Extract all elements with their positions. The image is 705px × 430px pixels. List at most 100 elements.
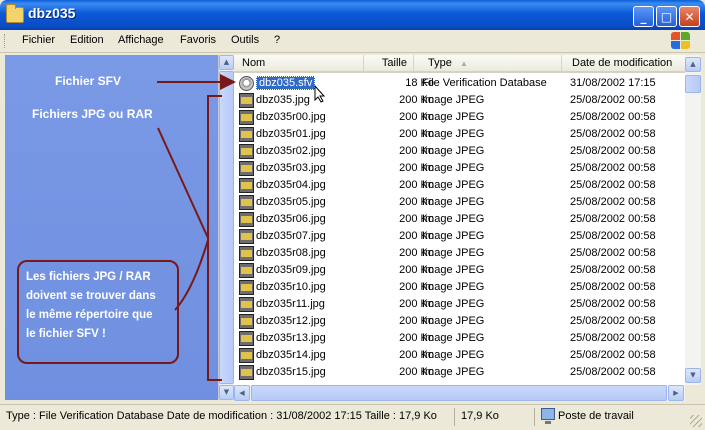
file-row[interactable]: dbz035r11.jpg 200 Ko Image JPEG 25/08/2002 … bbox=[234, 296, 685, 313]
scroll-thumb[interactable] bbox=[685, 75, 701, 93]
jpg-rar-annotation-label: Fichiers JPG ou RAR bbox=[32, 107, 153, 121]
status-separator bbox=[534, 408, 535, 426]
jpeg-file-icon bbox=[239, 314, 254, 329]
left-pane-scrollbar[interactable]: ▲ ▼ bbox=[218, 55, 234, 400]
file-row[interactable]: dbz035r09.jpg 200 Ko Image JPEG 25/08/2002 … bbox=[234, 262, 685, 279]
file-row[interactable]: dbz035r13.jpg 200 Ko Image JPEG 25/08/2002 … bbox=[234, 330, 685, 347]
file-date: 25/08/2002 00:58 bbox=[570, 281, 656, 293]
file-date: 25/08/2002 00:58 bbox=[570, 298, 656, 310]
file-row[interactable]: dbz035r03.jpg 200 Ko Image JPEG 25/08/2002 … bbox=[234, 160, 685, 177]
file-type: File Verification Database bbox=[422, 77, 547, 89]
jpeg-file-icon bbox=[239, 348, 254, 363]
maximize-button[interactable]: □ bbox=[656, 6, 677, 27]
window-title: dbz035 bbox=[28, 5, 76, 21]
menu-favoris[interactable]: Favoris bbox=[180, 34, 216, 46]
file-row[interactable]: dbz035r01.jpg 200 Ko Image JPEG 25/08/2002 … bbox=[234, 126, 685, 143]
resize-grip-icon[interactable] bbox=[690, 415, 702, 427]
jpeg-file-icon bbox=[239, 178, 254, 193]
file-row[interactable]: dbz035r02.jpg 200 Ko Image JPEG 25/08/2002 … bbox=[234, 143, 685, 160]
scroll-down-arrow-icon[interactable]: ▼ bbox=[219, 385, 234, 400]
menu-affichage[interactable]: Affichage bbox=[118, 34, 164, 46]
file-row[interactable]: dbz035r07.jpg 200 Ko Image JPEG 25/08/2002 … bbox=[234, 228, 685, 245]
file-name-text: dbz035r05.jpg bbox=[256, 196, 326, 208]
scroll-up-arrow-icon[interactable]: ▲ bbox=[219, 55, 234, 70]
status-description: Type : File Verification Database Date d… bbox=[6, 410, 437, 422]
file-row[interactable]: dbz035r00.jpg 200 Ko Image JPEG 25/08/2002 … bbox=[234, 109, 685, 126]
file-date: 31/08/2002 17:15 bbox=[570, 77, 656, 89]
file-name-text: dbz035r06.jpg bbox=[256, 213, 326, 225]
file-date: 25/08/2002 00:58 bbox=[570, 315, 656, 327]
folder-icon bbox=[6, 4, 24, 23]
file-type: Image JPEG bbox=[422, 128, 485, 140]
file-row[interactable]: dbz035.sfv 18 Ko File Verification Databas… bbox=[234, 75, 685, 103]
file-date: 25/08/2002 00:58 bbox=[570, 179, 656, 191]
menu-fichier[interactable]: Fichier bbox=[22, 34, 55, 46]
note-line: Les fichiers JPG / RAR bbox=[26, 271, 151, 283]
scroll-thumb[interactable] bbox=[251, 385, 667, 401]
file-row[interactable]: dbz035r12.jpg 200 Ko Image JPEG 25/08/2002 … bbox=[234, 313, 685, 330]
file-date: 25/08/2002 00:58 bbox=[570, 145, 656, 157]
jpeg-file-icon bbox=[239, 331, 254, 346]
file-name-text: dbz035r11.jpg bbox=[256, 298, 325, 310]
scroll-right-arrow-icon[interactable]: ▶ bbox=[668, 385, 684, 401]
file-row[interactable]: dbz035r10.jpg 200 Ko Image JPEG 25/08/2002 … bbox=[234, 279, 685, 296]
file-type: Image JPEG bbox=[422, 247, 485, 259]
file-list-scrollbar[interactable]: ▲ ▼ bbox=[685, 55, 701, 385]
file-row[interactable]: dbz035.jpg 200 Ko Image JPEG 25/08/2002 00:… bbox=[234, 92, 685, 109]
file-row[interactable]: dbz035r08.jpg 200 Ko Image JPEG 25/08/2002 … bbox=[234, 245, 685, 262]
file-date: 25/08/2002 00:58 bbox=[570, 247, 656, 259]
scroll-up-arrow-icon[interactable]: ▲ bbox=[685, 57, 701, 72]
toolbar-grip[interactable] bbox=[4, 34, 8, 48]
file-list: Nom Taille Type ▲ Date de modification d… bbox=[234, 55, 685, 385]
menu-outils[interactable]: Outils bbox=[231, 34, 259, 46]
file-name-text: dbz035.jpg bbox=[256, 94, 310, 106]
jpeg-file-icon bbox=[239, 144, 254, 159]
file-type: Image JPEG bbox=[422, 332, 485, 344]
file-date: 25/08/2002 00:58 bbox=[570, 230, 656, 242]
sfv-annotation-label: Fichier SFV bbox=[55, 74, 122, 88]
file-date: 25/08/2002 00:58 bbox=[570, 264, 656, 276]
file-row[interactable]: dbz035r05.jpg 200 Ko Image JPEG 25/08/2002 … bbox=[234, 194, 685, 211]
column-header-size[interactable]: Taille bbox=[364, 55, 414, 73]
status-size: 17,9 Ko bbox=[461, 410, 499, 422]
jpeg-file-icon bbox=[239, 212, 254, 227]
menu-bar: Fichier Edition Affichage Favoris Outils… bbox=[0, 30, 705, 53]
file-row[interactable]: dbz035r14.jpg 200 Ko Image JPEG 25/08/2002 … bbox=[234, 347, 685, 364]
file-type: Image JPEG bbox=[422, 213, 485, 225]
file-name-text: dbz035.sfv bbox=[256, 76, 316, 90]
scroll-thumb[interactable] bbox=[219, 71, 234, 384]
file-type: Image JPEG bbox=[422, 94, 485, 106]
menu-help[interactable]: ? bbox=[274, 34, 280, 46]
note-text: Les fichiers JPG / RAR doivent se trouve… bbox=[26, 268, 176, 344]
menu-edition[interactable]: Edition bbox=[70, 34, 104, 46]
column-header-type[interactable]: Type ▲ bbox=[414, 55, 562, 73]
title-bar[interactable]: dbz035 _ □ ✕ bbox=[0, 0, 705, 30]
file-date: 25/08/2002 00:58 bbox=[570, 128, 656, 140]
file-row[interactable]: dbz035r06.jpg 200 Ko Image JPEG 25/08/2002 … bbox=[234, 211, 685, 228]
file-row[interactable]: dbz035r15.jpg 200 Ko Image JPEG 25/08/2002 … bbox=[234, 364, 685, 381]
column-header-date[interactable]: Date de modification bbox=[562, 55, 685, 73]
file-type: Image JPEG bbox=[422, 366, 485, 378]
close-button[interactable]: ✕ bbox=[679, 6, 700, 27]
horizontal-scrollbar[interactable]: ◀ ▶ bbox=[234, 385, 685, 401]
file-date: 25/08/2002 00:58 bbox=[570, 94, 656, 106]
file-name-text: dbz035r02.jpg bbox=[256, 145, 326, 157]
file-type: Image JPEG bbox=[422, 281, 485, 293]
file-type: Image JPEG bbox=[422, 196, 485, 208]
file-row[interactable]: dbz035r04.jpg 200 Ko Image JPEG 25/08/2002 … bbox=[234, 177, 685, 194]
file-type: Image JPEG bbox=[422, 230, 485, 242]
scroll-down-arrow-icon[interactable]: ▼ bbox=[685, 368, 701, 383]
status-location: Poste de travail bbox=[558, 410, 634, 422]
sort-ascending-icon: ▲ bbox=[460, 59, 468, 68]
file-name-text: dbz035r08.jpg bbox=[256, 247, 326, 259]
file-name-text: dbz035r09.jpg bbox=[256, 264, 326, 276]
file-name-text: dbz035r12.jpg bbox=[256, 315, 326, 327]
scroll-left-arrow-icon[interactable]: ◀ bbox=[234, 385, 250, 401]
column-header-name[interactable]: Nom bbox=[234, 55, 364, 73]
jpeg-file-icon bbox=[239, 365, 254, 380]
explorer-window: dbz035 _ □ ✕ Fichier Edition Affichage F… bbox=[0, 0, 705, 430]
file-date: 25/08/2002 00:58 bbox=[570, 162, 656, 174]
status-bar: Type : File Verification Database Date d… bbox=[0, 404, 705, 430]
jpeg-file-icon bbox=[239, 110, 254, 125]
minimize-button[interactable]: _ bbox=[633, 6, 654, 27]
